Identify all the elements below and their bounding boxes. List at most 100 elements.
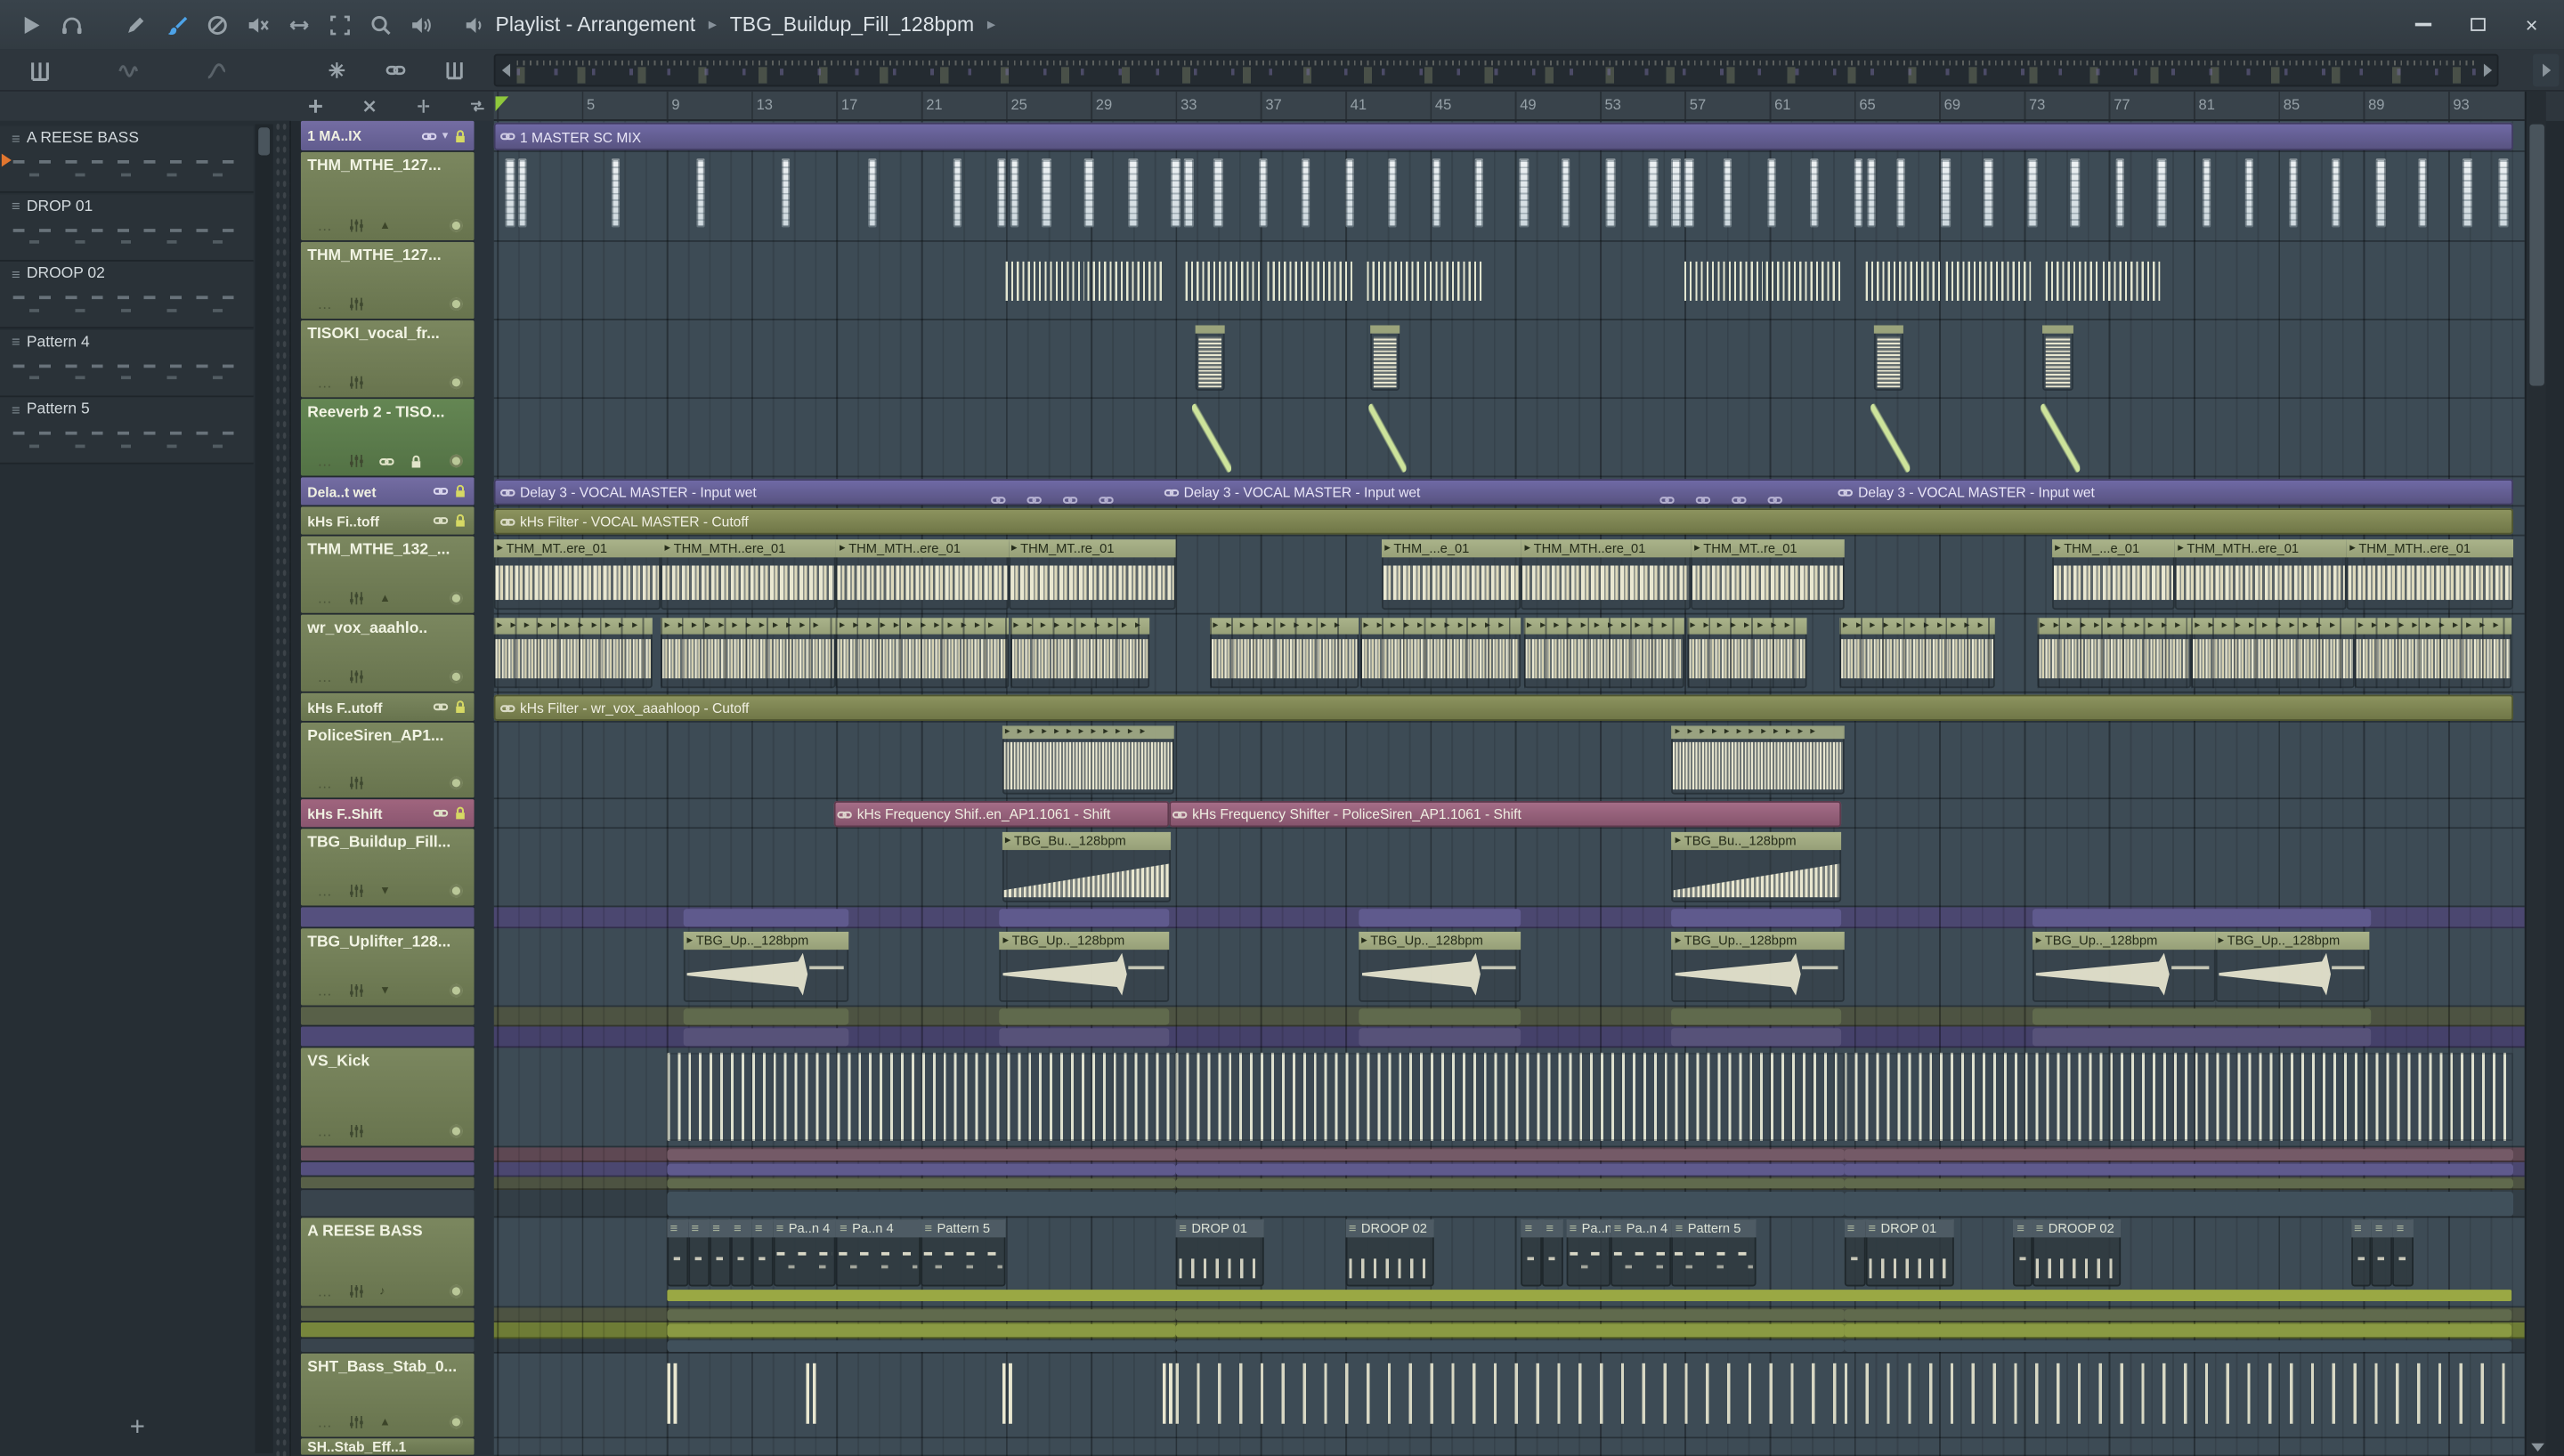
audio-clip[interactable]	[953, 158, 962, 228]
track-grip-icon[interactable]: …	[317, 883, 333, 899]
audio-clip[interactable]	[1873, 325, 1903, 391]
clip-fragment[interactable]	[1843, 1191, 2514, 1217]
pattern-item[interactable]: ≡ A REESE BASS	[0, 125, 254, 193]
audio-clip[interactable]	[1258, 158, 1268, 228]
audio-clip[interactable]	[1366, 261, 1422, 301]
pattern-clip[interactable]: ≡	[2350, 1219, 2373, 1287]
automation-clip[interactable]	[1368, 403, 1408, 473]
audio-clip[interactable]	[1945, 261, 2031, 301]
audio-clip[interactable]	[2045, 261, 2101, 301]
track-header[interactable]: A REESE BASS… ♪	[300, 1217, 475, 1306]
audio-clip[interactable]	[2499, 158, 2509, 228]
swap-icon[interactable]	[464, 93, 490, 119]
track-grip-icon[interactable]: …	[317, 1123, 333, 1139]
lock-icon[interactable]	[453, 128, 468, 143]
audio-clip[interactable]: ▸▸▸▸▸▸▸▸▸▸	[1010, 618, 1150, 689]
link-icon[interactable]	[379, 454, 394, 469]
audio-clip[interactable]: ▸ TBG_Up.._128bpm	[2214, 931, 2370, 1002]
pattern-clip[interactable]: ≡ DROP 01	[1175, 1219, 1265, 1287]
audio-clip[interactable]: ▸▸▸▸▸▸▸▸▸▸	[1209, 618, 1359, 689]
headphones-icon[interactable]	[51, 6, 92, 42]
track-header[interactable]: 1 MA..IX ▾	[300, 120, 475, 150]
audio-clip[interactable]	[2070, 158, 2080, 228]
track-down-icon[interactable]: ▼	[379, 985, 391, 997]
pattern-clip[interactable]: ≡	[1843, 1219, 1865, 1287]
audio-clip[interactable]	[1086, 261, 1164, 301]
track-mute-toggle[interactable]	[450, 219, 463, 232]
playlist-lane[interactable]: kHs Frequency Shif..en_AP1.1061 - Shift k…	[493, 799, 2525, 829]
clip-fragment[interactable]	[1671, 909, 1842, 927]
link-icon[interactable]	[383, 57, 409, 83]
playlist-lane[interactable]	[493, 399, 2525, 478]
audio-clip[interactable]	[868, 158, 878, 228]
clip-fragment[interactable]	[666, 1340, 1176, 1352]
pattern-clip[interactable]: ≡	[687, 1219, 710, 1287]
audio-clip[interactable]: ▸▸▸▸▸▸▸▸▸▸▸	[1523, 618, 1685, 689]
track-header[interactable]: SH..Stab_Eff..1	[300, 1438, 475, 1455]
track-mute-toggle[interactable]	[450, 1415, 463, 1429]
pattern-clip[interactable]	[1175, 1363, 1844, 1424]
track-header[interactable]: kHs F..utoff	[300, 692, 475, 721]
track-mute-toggle[interactable]	[450, 983, 463, 998]
mixer-fader-icon[interactable]	[348, 295, 364, 311]
audio-clip[interactable]	[2042, 325, 2073, 391]
pattern-clip[interactable]: ≡ Pattern 5	[921, 1219, 1006, 1287]
audio-clip[interactable]	[1345, 158, 1355, 228]
playlist-lane[interactable]: ▸ TBG_Up.._128bpm ▸ TBG_Up.._128bpm ▸ TBG_Up.…	[493, 928, 2525, 1007]
track-mute-toggle[interactable]	[450, 1284, 463, 1298]
smart-find-icon[interactable]	[324, 57, 350, 83]
clip-fragment[interactable]	[1175, 1149, 1844, 1161]
audio-clip[interactable]: ▸ THM_...e_01	[2051, 539, 2175, 611]
audio-clip[interactable]: ▸ THM_MTH..ere_01	[2346, 539, 2514, 611]
pattern-clip[interactable]: ≡ Pattern 5	[1671, 1219, 1757, 1287]
audio-clip[interactable]	[1896, 158, 1906, 228]
audio-clip[interactable]	[1186, 261, 1263, 301]
clip-fragment[interactable]	[1358, 1008, 1521, 1025]
clip-fragment[interactable]	[2032, 909, 2373, 927]
clip-fragment[interactable]	[666, 1178, 1176, 1189]
mixer-fader-icon[interactable]	[348, 453, 364, 469]
play-button[interactable]	[10, 6, 51, 42]
audio-clip[interactable]: ▸▸▸▸▸▸▸▸▸▸▸	[2191, 618, 2356, 689]
pattern-clip[interactable]: ≡	[2392, 1219, 2414, 1287]
pattern-item[interactable]: ≡ Pattern 5	[0, 397, 254, 465]
draw-tool-button[interactable]	[115, 6, 156, 42]
track-grip-icon[interactable]: …	[317, 295, 333, 311]
audio-clip[interactable]: ▸ THM_MTH..ere_01	[1521, 539, 1692, 611]
slide-tool-button[interactable]	[278, 6, 319, 42]
clip-fragment[interactable]	[999, 909, 1170, 927]
playlist-lane[interactable]: kHs Filter - VOCAL MASTER - Cutoff	[493, 506, 2525, 537]
audio-filter-icon[interactable]	[115, 57, 141, 83]
audio-clip[interactable]	[611, 158, 621, 228]
track-grip-icon[interactable]: …	[317, 590, 333, 606]
playlist-grid[interactable]: 1 MASTER SC MIX Delay 3 - VOCAL MASTER - …	[493, 120, 2525, 1456]
audio-clip[interactable]: ▸▸▸▸▸▸▸▸▸▸▸▸	[836, 618, 1009, 689]
link-icon[interactable]	[422, 128, 438, 143]
audio-clip[interactable]	[2114, 158, 2124, 228]
audio-clip[interactable]	[1387, 158, 1397, 228]
audio-clip[interactable]	[1809, 158, 1819, 228]
pattern-clip[interactable]: ≡ DROP 01	[1864, 1219, 1954, 1287]
pattern-clip[interactable]	[1843, 1052, 2514, 1142]
track-note-icon[interactable]: ♪	[379, 1286, 385, 1298]
clip-fragment[interactable]	[1358, 1028, 1521, 1047]
mixer-fader-icon[interactable]	[348, 983, 364, 999]
playlist-lane[interactable]: ▸▸▸▸▸▸▸▸▸▸▸▸ ▸▸▸▸▸▸▸▸▸▸▸▸	[493, 722, 2525, 800]
lock-icon[interactable]	[409, 454, 424, 469]
scroll-right-button[interactable]	[2478, 55, 2497, 85]
clip-fragment[interactable]	[1175, 1340, 1844, 1352]
vertical-scrollbar-thumb[interactable]	[2529, 124, 2544, 386]
clip-fragment[interactable]	[1175, 1309, 1844, 1322]
clip-fragment[interactable]	[683, 909, 849, 927]
track-mute-toggle[interactable]	[450, 454, 463, 468]
audio-clip[interactable]	[2202, 158, 2211, 228]
audio-clip[interactable]	[1684, 261, 1764, 301]
track-up-icon[interactable]: ▲	[379, 593, 391, 604]
audio-clip[interactable]	[1648, 158, 1658, 228]
track-mute-toggle[interactable]	[450, 884, 463, 898]
maximize-button[interactable]	[2471, 18, 2487, 31]
clip-fragment[interactable]	[1843, 1323, 2512, 1338]
audio-clip[interactable]: ▸▸▸▸▸▸▸▸▸▸▸	[2355, 618, 2512, 689]
audio-clip[interactable]	[1213, 158, 1223, 228]
pattern-clip[interactable]: ≡	[730, 1219, 752, 1287]
